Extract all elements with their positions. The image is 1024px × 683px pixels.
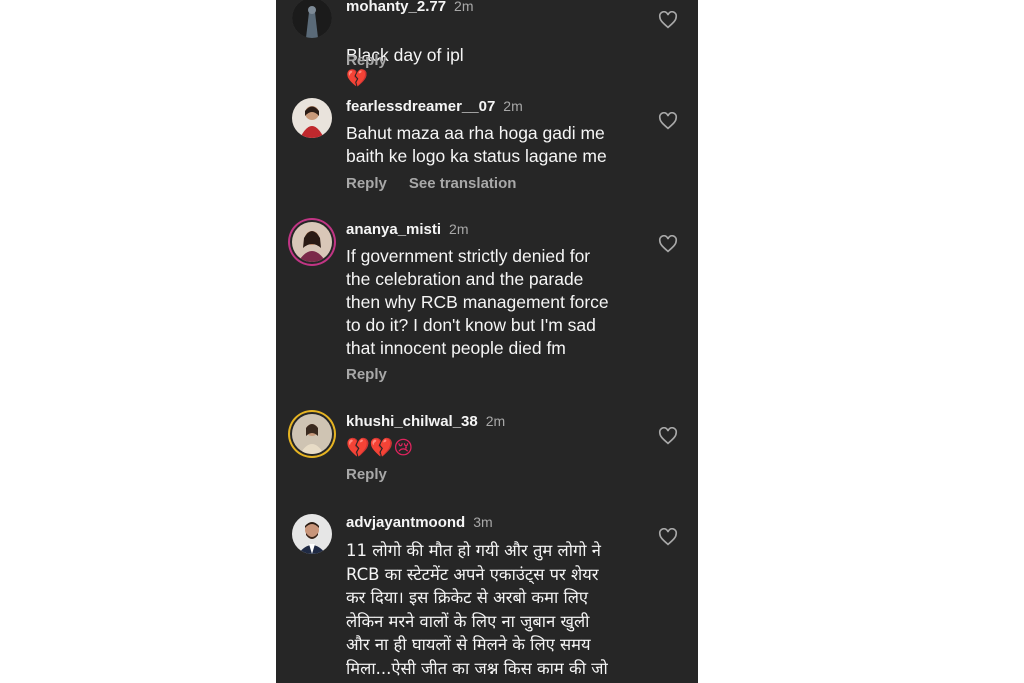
username[interactable]: advjayantmoond [346,514,465,531]
comment-text: Bahut maza aa rha hoga gadi me baith ke … [346,123,607,166]
comment-emoji: 💔💔😢 [346,437,414,459]
avatar[interactable] [292,414,332,454]
avatar-image [292,0,332,38]
comment-meta: ananya_misti 2m [346,221,469,238]
timestamp: 2m [503,98,523,114]
username[interactable]: ananya_misti [346,221,441,238]
timestamp: 2m [449,221,469,237]
username[interactable]: fearlessdreamer__07 [346,98,495,115]
comment-actions: Reply [346,52,387,69]
avatar[interactable] [292,222,332,262]
timestamp: 2m [454,0,474,14]
timestamp: 2m [485,413,506,429]
see-translation-button[interactable]: See translation [409,175,517,192]
comment-actions: Reply See translation [346,175,516,192]
reply-button[interactable]: Reply [346,52,387,69]
comment-actions: Reply [346,366,387,383]
comment-meta: fearlessdreamer__07 2m [346,98,523,115]
heart-outline-icon[interactable] [658,11,678,29]
comment-meta: advjayantmoond 3m [346,514,493,531]
comment-text: If government strictly denied for the ce… [346,246,609,358]
avatar-image [292,222,332,262]
username[interactable]: mohanty_2.77 [346,0,446,15]
heart-outline-icon[interactable] [658,528,678,546]
reply-button[interactable]: Reply [346,175,387,192]
avatar-image [292,414,332,454]
avatar-image [292,514,332,554]
heart-outline-icon[interactable] [658,427,678,445]
avatar-image [292,98,332,138]
username[interactable]: khushi_chilwal_38 [346,413,478,430]
comment-meta: khushi_chilwal_38 2m [346,413,505,430]
reply-button[interactable]: Reply [346,466,387,483]
timestamp: 3m [473,514,493,530]
avatar[interactable] [292,0,332,38]
reply-button[interactable]: Reply [346,366,387,383]
comments-panel: mohanty_2.77 2m Black day of ipl 💔 Reply… [276,0,698,683]
broken-heart-emoji: 💔 [346,69,368,89]
comment-actions: Reply [346,466,387,483]
avatar[interactable] [292,514,332,554]
comment-text: 11 लोगो की मौत हो गयी और तुम लोगो ने RCB… [346,541,608,678]
comment-text: Black day of ipl 💔 [346,21,646,91]
heart-outline-icon[interactable] [658,112,678,130]
comment-meta: mohanty_2.77 2m [346,0,474,15]
heart-outline-icon[interactable] [658,235,678,253]
avatar[interactable] [292,98,332,138]
